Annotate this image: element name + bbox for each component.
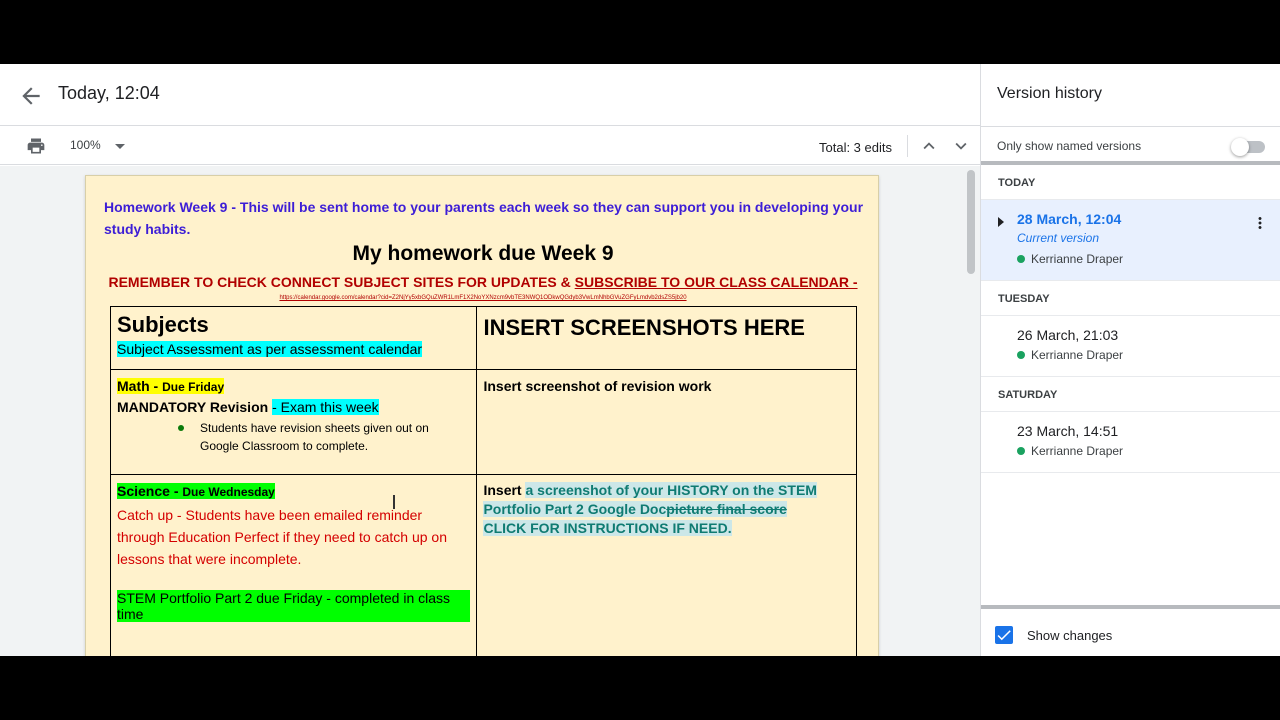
table-cell: INSERT SCREENSHOTS HERE <box>476 306 857 370</box>
version-author: Kerrianne Draper <box>1017 442 1265 460</box>
calendar-subscribe-link[interactable]: SUBSCRIBE TO OUR CLASS CALENDAR - <box>575 274 858 290</box>
named-versions-toggle[interactable] <box>1231 138 1265 156</box>
table-cell: Science - Due Wednesday Catch up - Stude… <box>109 474 478 656</box>
remember-text: REMEMBER TO CHECK CONNECT SUBJECT SITES … <box>108 274 575 290</box>
calendar-url-link[interactable]: https://calendar.google.com/calendar?cid… <box>86 295 880 301</box>
app-window: Today, 12:04 100% Total: 3 edits Homewor… <box>0 64 1280 656</box>
next-edit-button[interactable] <box>950 135 972 157</box>
version-item[interactable]: 26 March, 21:03 Kerrianne Draper <box>981 316 1280 377</box>
zoom-select[interactable]: 100% <box>70 138 125 152</box>
mandatory-line: MANDATORY Revision - Exam this week <box>117 397 470 417</box>
math-label: Math - Due Friday <box>117 378 225 394</box>
assessment-note: Subject Assessment as per assessment cal… <box>117 341 423 357</box>
previous-edit-button[interactable] <box>918 135 940 157</box>
back-button[interactable] <box>18 83 44 109</box>
deleted-text: picture final score <box>666 501 787 517</box>
divider <box>981 126 1280 127</box>
print-button[interactable] <box>25 136 47 156</box>
chevron-down-icon <box>114 143 125 149</box>
insert-history-text: Insert a screenshot of your HISTORY on t… <box>483 482 817 517</box>
named-versions-label: Only show named versions <box>997 139 1142 153</box>
caret-right-icon[interactable] <box>998 217 1004 227</box>
more-options-button[interactable] <box>1251 213 1269 233</box>
print-icon <box>27 138 45 154</box>
homework-table: Subjects Subject Assessment as per asses… <box>109 306 857 656</box>
divider <box>981 605 1280 609</box>
table-cell: Subjects Subject Assessment as per asses… <box>109 306 478 370</box>
mandatory-label: MANDATORY Revision <box>117 399 273 415</box>
chevron-down-icon <box>955 142 967 150</box>
table-cell: Insert screenshot of revision work <box>476 369 857 475</box>
version-item-current[interactable]: 28 March, 12:04 Current version Kerriann… <box>981 200 1280 281</box>
math-line: Math - Due Friday <box>117 376 470 397</box>
group-header-tuesday: TUESDAY <box>981 281 1280 316</box>
table-cell: Math - Due Friday MANDATORY Revision - E… <box>109 369 478 475</box>
table-cell: Insert a screenshot of your HISTORY on t… <box>476 474 857 656</box>
back-arrow-icon <box>22 87 40 105</box>
zoom-value: 100% <box>70 138 101 152</box>
chevron-up-icon <box>923 142 935 150</box>
version-list: TODAY 28 March, 12:04 Current version Ke… <box>981 165 1280 605</box>
show-changes-checkbox[interactable]: Show changes <box>995 626 1112 644</box>
table-row: Math - Due Friday MANDATORY Revision - E… <box>109 369 857 475</box>
version-timestamp: 26 March, 21:03 <box>1017 327 1119 343</box>
text-cursor-icon <box>393 495 395 509</box>
version-history-panel: Version history Only show named versions… <box>980 64 1280 656</box>
list-item: Students have revision sheets given out … <box>177 419 470 455</box>
table-row: Science - Due Wednesday Catch up - Stude… <box>109 474 857 656</box>
toolbar-divider <box>907 135 908 157</box>
science-label: Science - Due Wednesday <box>117 483 275 499</box>
remember-line: REMEMBER TO CHECK CONNECT SUBJECT SITES … <box>86 274 880 290</box>
current-version-label: Current version <box>1017 231 1100 245</box>
instructions-link[interactable]: CLICK FOR INSTRUCTIONS IF NEED. <box>483 519 850 538</box>
checkbox-box[interactable] <box>995 626 1013 644</box>
insert-revision-text: Insert screenshot of revision work <box>483 378 712 394</box>
version-author: Kerrianne Draper <box>1017 346 1265 364</box>
author-color-dot <box>1017 255 1025 263</box>
version-title: Today, 12:04 <box>58 83 160 103</box>
intro-text: Homework Week 9 - This will be sent home… <box>104 199 864 237</box>
toolbar: 100% Total: 3 edits <box>0 127 980 165</box>
toggle-knob <box>1231 138 1249 156</box>
catch-up-text: Catch up - Students have been emailed re… <box>117 507 447 567</box>
table-row: Subjects Subject Assessment as per asses… <box>109 306 857 370</box>
checkmark-icon <box>997 630 1011 641</box>
science-line: Science - Due Wednesday <box>117 481 470 502</box>
edits-count: Total: 3 edits <box>819 140 892 155</box>
group-header-today: TODAY <box>981 165 1280 200</box>
stem-portfolio-note: STEM Portfolio Part 2 due Friday - compl… <box>117 590 471 622</box>
group-header-saturday: SATURDAY <box>981 377 1280 412</box>
version-author: Kerrianne Draper <box>1017 250 1265 268</box>
version-timestamp: 23 March, 14:51 <box>1017 423 1119 439</box>
show-changes-label: Show changes <box>1027 627 1113 643</box>
subjects-heading: Subjects <box>117 312 209 337</box>
more-vert-icon <box>1258 217 1262 229</box>
exam-note: - Exam this week <box>272 399 379 415</box>
author-color-dot <box>1017 351 1025 359</box>
version-item[interactable]: 23 March, 14:51 Kerrianne Draper <box>981 412 1280 473</box>
version-timestamp: 28 March, 12:04 <box>1017 211 1122 227</box>
insert-screenshots-heading: INSERT SCREENSHOTS HERE <box>483 315 805 340</box>
author-color-dot <box>1017 447 1025 455</box>
document-page[interactable]: Homework Week 9 - This will be sent home… <box>85 175 879 656</box>
panel-title: Version history <box>997 85 1102 102</box>
document-heading: My homework due Week 9 <box>352 242 614 265</box>
document-canvas[interactable]: Homework Week 9 - This will be sent home… <box>0 166 980 656</box>
vertical-scrollbar[interactable] <box>967 170 975 274</box>
top-bar: Today, 12:04 <box>0 64 980 126</box>
